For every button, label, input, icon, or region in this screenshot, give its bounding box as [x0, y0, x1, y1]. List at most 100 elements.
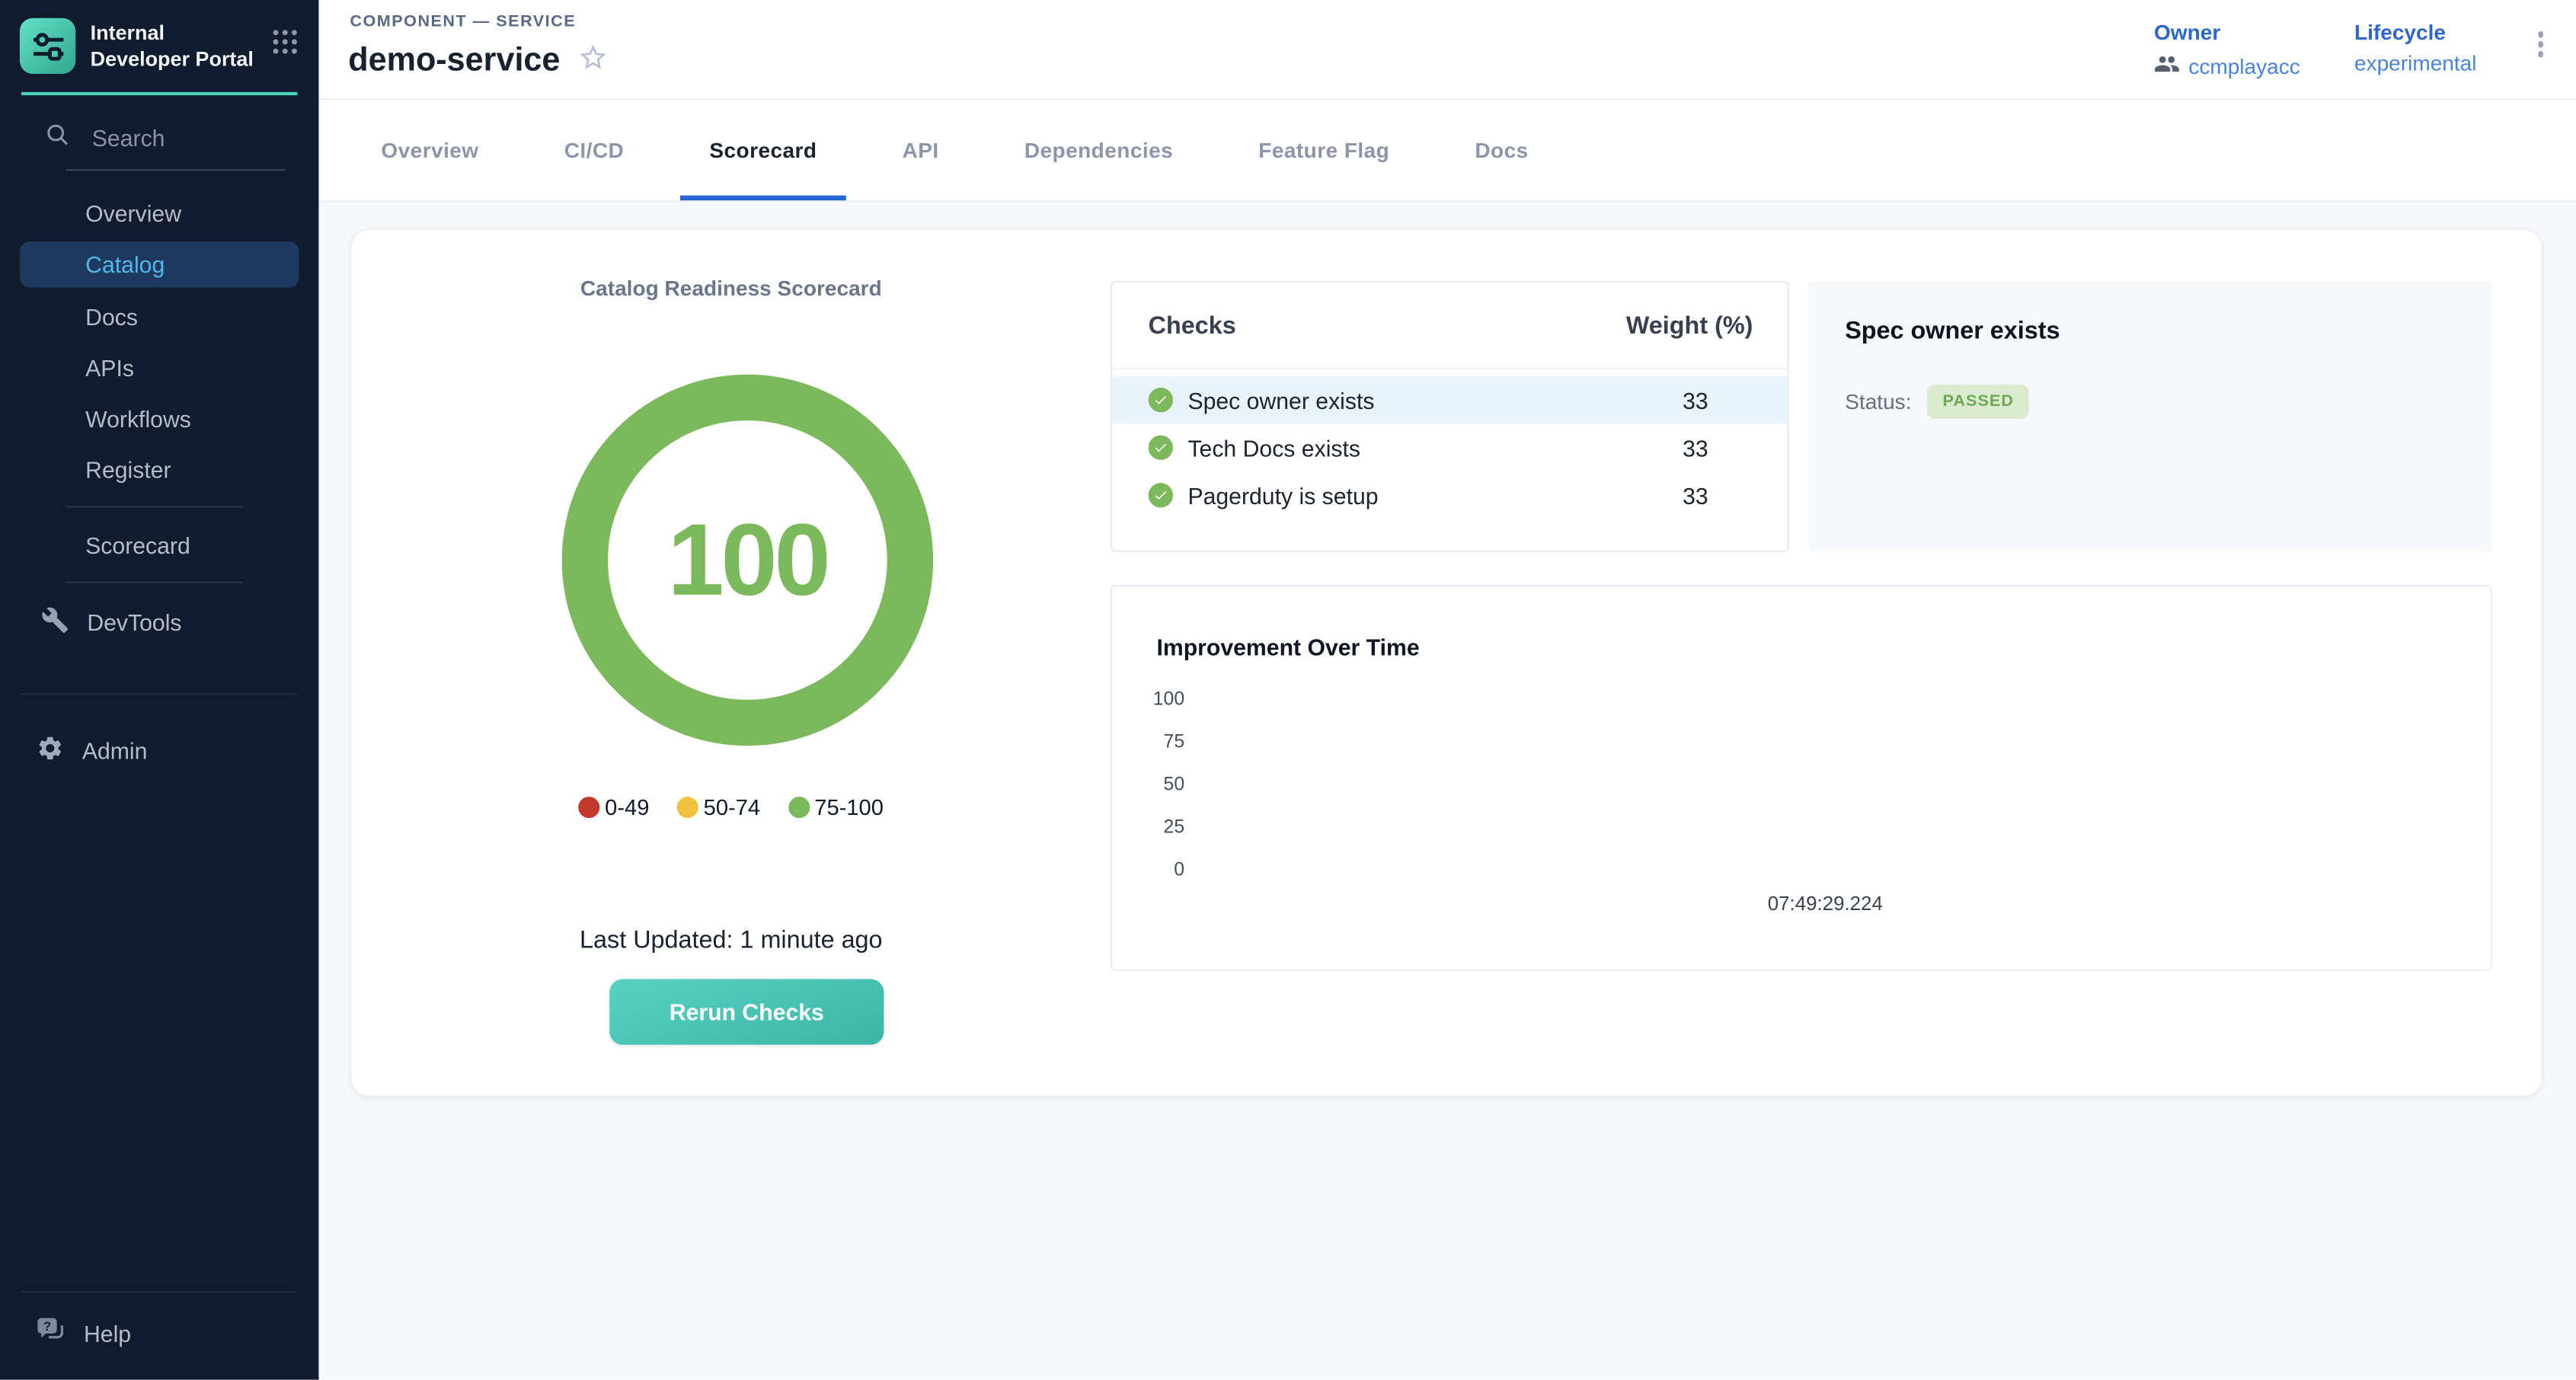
- check-weight: 33: [1638, 387, 1753, 414]
- check-passed-icon: [1149, 436, 1173, 460]
- svg-text:?: ?: [43, 1320, 51, 1334]
- sidebar-item-overview[interactable]: Overview: [0, 187, 318, 238]
- checks-header: Checks Weight (%): [1112, 283, 1787, 369]
- sidebar-search[interactable]: Search: [0, 120, 318, 155]
- legend-mid-label: 50-74: [704, 795, 760, 819]
- kebab-menu-icon[interactable]: [2531, 23, 2550, 65]
- check-name: Spec owner exists: [1187, 387, 1374, 414]
- app-logo[interactable]: Internal Developer Portal: [0, 0, 318, 92]
- entity-tabs: Overview CI/CD Scorecard API Dependencie…: [318, 101, 2576, 203]
- admin-label: Admin: [82, 736, 148, 763]
- help-label: Help: [84, 1320, 131, 1346]
- tab-cicd[interactable]: CI/CD: [535, 101, 654, 201]
- checks-rows: Spec owner exists 33 Tech Docs exists: [1112, 376, 1787, 519]
- check-detail-panel: Spec owner exists Status: PASSED: [1809, 281, 2492, 552]
- legend-high-label: 75-100: [814, 795, 884, 819]
- admin-divider: [21, 693, 297, 695]
- legend-yellow-dot: [677, 797, 698, 818]
- page-title: demo-service: [348, 43, 560, 81]
- search-icon: [44, 121, 71, 155]
- entity-meta: Owner ccmplayacc Lifecycle experimental: [2154, 20, 2550, 82]
- checks-panel: Checks Weight (%) Spec owner exists 33: [1111, 281, 1789, 552]
- breadcrumb: COMPONENT — SERVICE: [350, 13, 576, 31]
- score-legend: 0-49 50-74 75-100: [352, 795, 1111, 819]
- sidebar-item-apis[interactable]: APIs: [0, 342, 318, 393]
- sidebar-accent-divider: [21, 92, 297, 95]
- portal-logo-icon: [20, 18, 75, 74]
- title-row: demo-service: [348, 43, 608, 81]
- search-label: Search: [92, 125, 165, 152]
- apps-grid-icon[interactable]: [271, 28, 299, 64]
- tab-scorecard[interactable]: Scorecard: [680, 101, 847, 201]
- sidebar-item-help[interactable]: ? Help: [0, 1292, 318, 1379]
- legend-green-dot: [788, 797, 810, 818]
- legend-item-high: 75-100: [788, 795, 884, 819]
- legend-red-dot: [579, 797, 600, 818]
- sidebar-item-scorecard[interactable]: Scorecard: [0, 519, 318, 570]
- check-passed-icon: [1149, 483, 1173, 507]
- tab-content: Catalog Readiness Scorecard 100 0-49 50-…: [318, 202, 2576, 1379]
- y-axis-tick: 100: [1112, 690, 1184, 710]
- portal-title: Internal Developer Portal: [91, 19, 255, 72]
- owner-label[interactable]: Owner: [2154, 20, 2300, 44]
- tab-api[interactable]: API: [873, 101, 969, 201]
- check-weight: 33: [1638, 482, 1753, 509]
- sidebar-item-catalog[interactable]: Catalog: [20, 241, 299, 287]
- sidebar-item-workflows[interactable]: Workflows: [0, 392, 318, 443]
- sidebar-item-admin[interactable]: Admin: [0, 724, 318, 775]
- owner-link[interactable]: ccmplayacc: [2154, 51, 2300, 82]
- sidebar-item-devtools[interactable]: DevTools: [0, 595, 318, 650]
- x-axis-tick: 07:49:29.224: [1768, 892, 1883, 915]
- sidebar-item-register[interactable]: Register: [0, 443, 318, 494]
- help-chat-icon: ?: [36, 1316, 66, 1350]
- help-section: ? Help: [0, 1291, 318, 1379]
- scorecard-title: Catalog Readiness Scorecard: [352, 276, 1111, 300]
- rerun-checks-button[interactable]: Rerun Checks: [609, 979, 884, 1045]
- check-name: Tech Docs exists: [1187, 435, 1360, 462]
- tab-overview[interactable]: Overview: [352, 101, 509, 201]
- entity-header: COMPONENT — SERVICE demo-service Owner: [318, 0, 2576, 101]
- check-row-tech-docs[interactable]: Tech Docs exists 33: [1112, 423, 1787, 471]
- y-axis-tick: 25: [1112, 818, 1184, 838]
- tab-feature-flag[interactable]: Feature Flag: [1229, 101, 1419, 201]
- devtools-label: DevTools: [87, 609, 181, 636]
- check-name: Pagerduty is setup: [1187, 482, 1378, 509]
- checks-column-header: Checks: [1149, 311, 1236, 340]
- legend-item-mid: 50-74: [677, 795, 760, 819]
- search-underline: [66, 169, 286, 171]
- check-row-pagerduty[interactable]: Pagerduty is setup 33: [1112, 471, 1787, 519]
- check-weight: 33: [1638, 435, 1753, 462]
- status-badge: PASSED: [1928, 385, 2028, 419]
- sidebar-item-docs[interactable]: Docs: [0, 291, 318, 342]
- nav-divider: [66, 506, 243, 507]
- check-row-spec-owner[interactable]: Spec owner exists 33: [1112, 376, 1787, 424]
- improvement-chart-panel: Improvement Over Time 100 75 50 25 0 07:…: [1111, 585, 2492, 971]
- check-passed-icon: [1149, 388, 1173, 412]
- lifecycle-label[interactable]: Lifecycle: [2354, 20, 2477, 44]
- sidebar-nav: Overview Catalog Docs APIs Workflows Reg…: [0, 187, 318, 650]
- wrench-icon: [41, 606, 69, 639]
- gear-icon: [36, 733, 64, 766]
- lifecycle-value: experimental: [2354, 51, 2477, 75]
- sidebar: Internal Developer Portal Search Overvie…: [0, 0, 318, 1380]
- owner-value: ccmplayacc: [2188, 54, 2300, 78]
- chart-title: Improvement Over Time: [1156, 634, 1419, 661]
- last-updated-text: Last Updated: 1 minute ago: [352, 926, 1111, 954]
- people-icon: [2154, 51, 2181, 82]
- owner-block: Owner ccmplayacc: [2154, 20, 2300, 82]
- tab-docs[interactable]: Docs: [1446, 101, 1558, 201]
- check-detail-title: Spec owner exists: [1845, 281, 2456, 345]
- score-gauge: 100: [562, 375, 933, 746]
- weight-column-header: Weight (%): [1626, 311, 1753, 340]
- star-icon[interactable]: [578, 43, 608, 81]
- main-area: COMPONENT — SERVICE demo-service Owner: [318, 0, 2576, 1380]
- lifecycle-block: Lifecycle experimental: [2354, 20, 2477, 75]
- y-axis-tick: 0: [1112, 861, 1184, 880]
- score-value: 100: [667, 502, 827, 618]
- legend-item-low: 0-49: [579, 795, 650, 819]
- tab-dependencies[interactable]: Dependencies: [995, 101, 1203, 201]
- y-axis-tick: 75: [1112, 733, 1184, 752]
- app-window: Internal Developer Portal Search Overvie…: [0, 0, 2576, 1380]
- y-axis-tick: 50: [1112, 775, 1184, 795]
- legend-low-label: 0-49: [605, 795, 649, 819]
